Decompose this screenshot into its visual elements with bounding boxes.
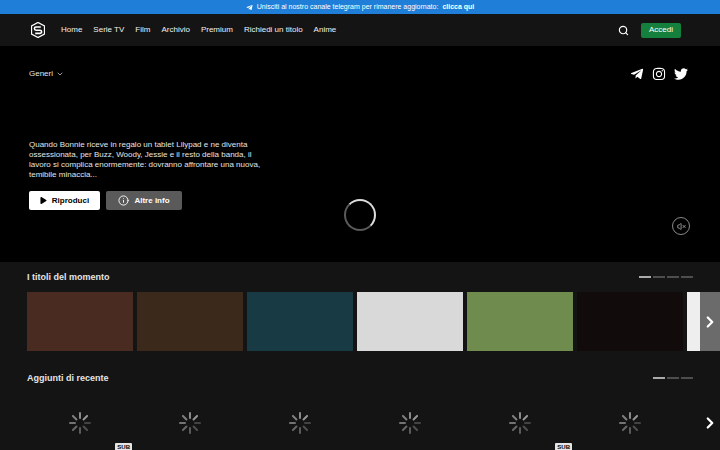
mute-button[interactable] bbox=[672, 217, 690, 235]
info-icon bbox=[118, 195, 129, 206]
title-card[interactable] bbox=[357, 292, 463, 351]
title-card[interactable] bbox=[27, 292, 133, 351]
play-button[interactable]: Riproduci bbox=[29, 191, 100, 210]
section-title: I titoli del momento bbox=[27, 270, 110, 284]
app: Unisciti al nostro canale telegram per r… bbox=[0, 0, 720, 450]
pager-dash[interactable] bbox=[667, 377, 679, 379]
recent-carousel: SUB SUB bbox=[0, 393, 720, 450]
twitter-icon[interactable] bbox=[674, 67, 688, 81]
search-icon[interactable] bbox=[618, 25, 629, 36]
chevron-down-icon bbox=[56, 70, 64, 78]
play-icon bbox=[40, 197, 47, 204]
recent-card[interactable] bbox=[137, 393, 243, 450]
telegram-icon bbox=[246, 4, 253, 11]
nav-item[interactable]: Anime bbox=[314, 24, 337, 36]
nav-item[interactable]: Film bbox=[135, 24, 150, 36]
telegram-banner[interactable]: Unisciti al nostro canale telegram per r… bbox=[0, 0, 720, 14]
nav-item[interactable]: Richiedi un titolo bbox=[244, 24, 303, 36]
volume-muted-icon bbox=[677, 222, 686, 231]
loading-spinner-icon bbox=[69, 412, 91, 434]
title-card[interactable] bbox=[467, 292, 573, 351]
login-button[interactable]: Accedi bbox=[641, 23, 681, 38]
next-arrow[interactable] bbox=[700, 393, 720, 450]
pager-dash[interactable] bbox=[639, 276, 651, 278]
chevron-right-icon bbox=[701, 414, 719, 432]
logo-icon[interactable] bbox=[31, 22, 45, 38]
banner-link[interactable]: clicca qui bbox=[442, 2, 474, 13]
title-card[interactable] bbox=[247, 292, 353, 351]
loading-spinner-icon bbox=[399, 412, 421, 434]
nav-item[interactable]: Premium bbox=[201, 24, 233, 36]
trending-carousel bbox=[0, 292, 720, 351]
carousel-pager bbox=[639, 276, 693, 278]
section-title: Aggiunti di recente bbox=[27, 371, 109, 385]
next-arrow[interactable] bbox=[700, 292, 720, 351]
nav-item[interactable]: Archivio bbox=[161, 24, 189, 36]
pager-dash[interactable] bbox=[653, 377, 665, 379]
loading-spinner-icon bbox=[509, 412, 531, 434]
title-card[interactable] bbox=[577, 292, 683, 351]
nav-bar: Home Serie TV Film Archivio Premium Richiedi … bbox=[0, 14, 720, 46]
recent-card[interactable]: SUB bbox=[467, 393, 573, 450]
nav-item[interactable]: Home bbox=[61, 24, 82, 36]
pager-dash[interactable] bbox=[681, 377, 693, 379]
recent-card[interactable] bbox=[577, 393, 683, 450]
pager-dash[interactable] bbox=[681, 276, 693, 278]
carousel-pager bbox=[653, 377, 693, 379]
recent-card[interactable] bbox=[357, 393, 463, 450]
pager-dash[interactable] bbox=[667, 276, 679, 278]
telegram-icon[interactable] bbox=[630, 67, 644, 81]
info-button[interactable]: Altre info bbox=[106, 191, 182, 210]
nav-item[interactable]: Serie TV bbox=[93, 24, 124, 36]
pager-dash[interactable] bbox=[653, 276, 665, 278]
sub-badge: SUB bbox=[555, 443, 572, 450]
instagram-icon[interactable] bbox=[652, 67, 666, 81]
loading-spinner-icon bbox=[289, 412, 311, 434]
chevron-right-icon bbox=[701, 313, 719, 331]
hero-description: Quando Bonnie riceve in regalo un tablet… bbox=[29, 140, 265, 180]
video-loading-spinner-icon bbox=[344, 199, 376, 231]
genres-dropdown[interactable]: Generi bbox=[29, 68, 64, 80]
banner-text: Unisciti al nostro canale telegram per r… bbox=[257, 2, 439, 13]
sub-badge: SUB bbox=[115, 443, 132, 450]
loading-spinner-icon bbox=[619, 412, 641, 434]
recent-card[interactable] bbox=[247, 393, 353, 450]
title-card[interactable] bbox=[137, 292, 243, 351]
social-links bbox=[630, 67, 688, 81]
hero: Generi Quando Bonnie riceve in regalo un … bbox=[0, 46, 720, 262]
loading-spinner-icon bbox=[179, 412, 201, 434]
recent-card[interactable]: SUB bbox=[27, 393, 133, 450]
nav-menu: Home Serie TV Film Archivio Premium Richiedi … bbox=[61, 24, 336, 36]
